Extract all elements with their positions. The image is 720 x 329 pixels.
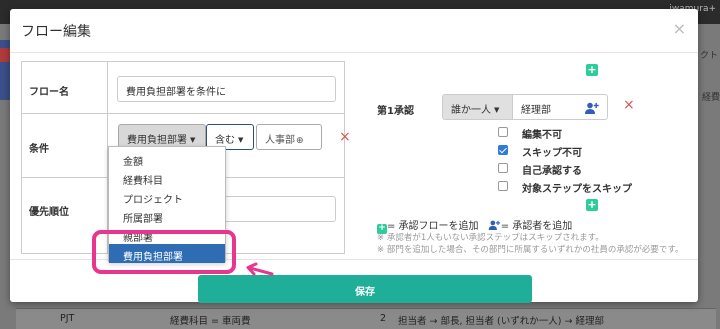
caret-down-icon: ▼ <box>494 106 500 114</box>
bg-tab-fragment: クト <box>700 51 719 61</box>
flow-name-input[interactable]: 費用負担部署を条件に <box>117 76 336 102</box>
checkbox-checked[interactable] <box>498 145 508 155</box>
header-divider <box>10 52 698 53</box>
row-flow: 担当者 → 部長, 担当者 (いずれか一人) → 経理部 <box>398 316 604 327</box>
checkbox[interactable] <box>498 163 508 173</box>
condition-value-tag[interactable]: 人事部⊕ <box>256 124 322 150</box>
table-row[interactable]: PJT 経費科目 = 車両費 2 担当者 → 部長, 担当者 (いずれか一人) … <box>16 308 716 329</box>
approver-type-label: 誰か一人 <box>451 105 491 116</box>
approver-value: 経理部 <box>521 105 551 116</box>
priority-label: 優先順位 <box>29 207 69 218</box>
condition-operator-label: 含む <box>215 135 235 146</box>
row-code: PJT <box>60 313 75 324</box>
modal-title: フロー編集 <box>21 24 91 40</box>
remove-condition-icon[interactable]: × <box>339 129 351 145</box>
flow-name-label: フロー名 <box>29 87 69 98</box>
caret-down-icon: ▼ <box>238 136 244 144</box>
note-skip: ※ 承認者が1人もいない承認ステップはスキップされます。 <box>377 233 604 243</box>
dropdown-item[interactable]: 経費科目 <box>109 168 225 187</box>
approver-input[interactable]: 経理部 <box>512 94 608 120</box>
caret-down-icon: ▼ <box>190 136 196 144</box>
approver-type-select[interactable]: 誰か一人 ▼ <box>442 94 513 120</box>
checkbox[interactable] <box>498 181 508 191</box>
condition-field-label: 費用負担部署 <box>127 135 187 146</box>
condition-label: 条件 <box>29 144 49 155</box>
remove-approver-icon[interactable]: × <box>623 97 635 113</box>
add-person-legend-icon <box>488 220 500 230</box>
checkbox[interactable] <box>498 127 508 137</box>
dropdown-item[interactable]: 所属部署 <box>109 206 225 225</box>
add-step-icon[interactable]: + <box>586 199 598 211</box>
add-flow-icon[interactable]: + <box>586 64 598 76</box>
arrow-left-icon <box>246 262 274 276</box>
note-department: ※ 部門を追加した場合、その部門に所属するいずれかの社員の承認が必要です。 <box>377 245 684 255</box>
remove-tag-icon[interactable]: ⊕ <box>296 136 304 146</box>
close-icon[interactable]: × <box>673 19 686 38</box>
dropdown-item[interactable]: 金額 <box>109 149 225 168</box>
dropdown-item[interactable]: プロジェクト <box>109 187 225 206</box>
add-person-icon[interactable] <box>585 102 599 114</box>
row-condition: 経費科目 = 車両費 <box>170 316 251 327</box>
condition-value-label: 人事部 <box>265 135 295 146</box>
bg-column-fragment: 経費 <box>702 93 720 103</box>
approval-step-label: 第1承認 <box>377 106 414 117</box>
row-step-count: 2 <box>380 313 387 324</box>
highlight-annotation <box>92 230 236 274</box>
